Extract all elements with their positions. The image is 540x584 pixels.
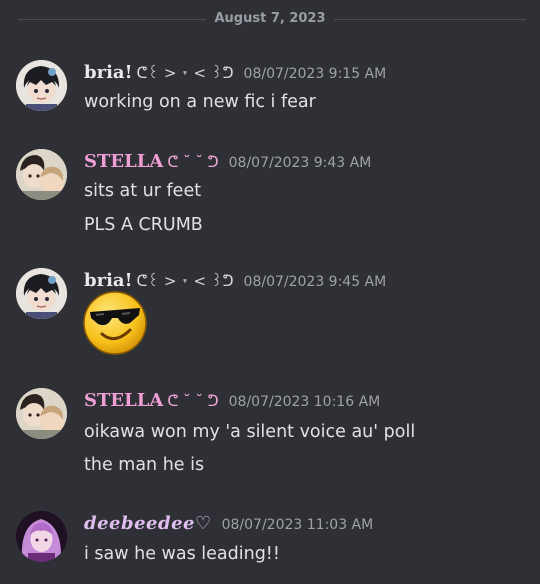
avatar[interactable] — [16, 511, 67, 562]
username[interactable]: deebeedee♡ — [84, 513, 212, 534]
timestamp: 08/07/2023 9:43 AM — [228, 155, 372, 171]
avatar[interactable] — [16, 60, 67, 111]
username-decoration: ᕦ ˘ ˘ ᕤ — [167, 153, 219, 171]
message-text: the man he is — [84, 455, 205, 475]
timestamp: 08/07/2023 9:45 AM — [243, 274, 387, 290]
message-text: sits at ur feet — [84, 181, 202, 201]
timestamp: 08/07/2023 11:03 AM — [221, 517, 374, 533]
username[interactable]: bria! — [84, 270, 132, 291]
username[interactable]: STELLA — [84, 390, 163, 411]
avatar-deebeedee-icon — [16, 511, 67, 562]
avatar[interactable] — [16, 388, 67, 439]
username-decoration: ᕦ ˘ ˘ ᕤ — [167, 392, 219, 410]
avatar-bria-icon — [16, 268, 67, 319]
message-header: STELLA ᕦ ˘ ˘ ᕤ 08/07/2023 10:16 AM — [84, 390, 380, 411]
divider-line-right — [334, 19, 526, 20]
username[interactable]: STELLA — [84, 151, 163, 172]
sunglasses-emoji-icon[interactable] — [82, 290, 148, 356]
message-header: deebeedee♡ 08/07/2023 11:03 AM — [84, 513, 373, 534]
avatar-bria-icon — [16, 60, 67, 111]
message-header: bria! ᕦ꒰ > ˕ < ꒱ᕤ 08/07/2023 9:15 AM — [84, 62, 386, 83]
avatar[interactable] — [16, 268, 67, 319]
avatar[interactable] — [16, 149, 67, 200]
username-decoration: ᕦ꒰ > ˕ < ꒱ᕤ — [136, 64, 234, 82]
username-decoration: ᕦ꒰ > ˕ < ꒱ᕤ — [136, 272, 234, 290]
message-text: oikawa won my 'a silent voice au' poll — [84, 422, 416, 442]
message-text: PLS A CRUMB — [84, 215, 203, 235]
username[interactable]: bria! — [84, 62, 132, 83]
avatar-stella-icon — [16, 388, 67, 439]
message-header: STELLA ᕦ ˘ ˘ ᕤ 08/07/2023 9:43 AM — [84, 151, 371, 172]
message-header: bria! ᕦ꒰ > ˕ < ꒱ᕤ 08/07/2023 9:45 AM — [84, 270, 386, 291]
date-divider: August 7, 2023 — [0, 0, 540, 40]
avatar-stella-icon — [16, 149, 67, 200]
timestamp: 08/07/2023 9:15 AM — [243, 66, 387, 82]
timestamp: 08/07/2023 10:16 AM — [228, 394, 381, 410]
message-text: i saw he was leading!! — [84, 544, 280, 564]
message-text: working on a new fic i fear — [84, 92, 316, 112]
